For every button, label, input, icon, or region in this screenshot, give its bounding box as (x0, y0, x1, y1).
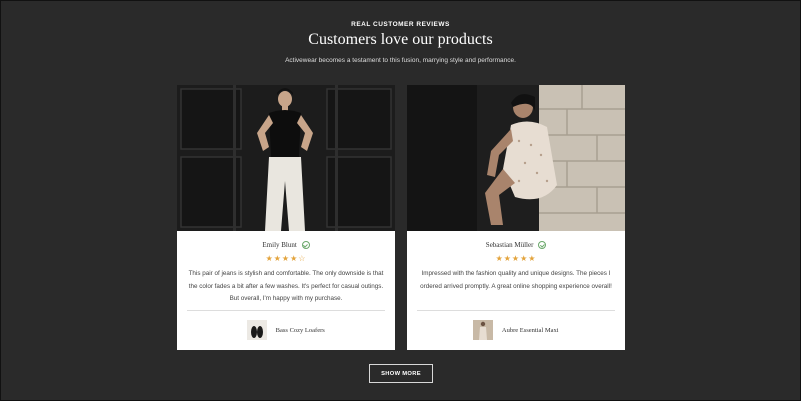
product-name[interactable]: Aubre Essential Maxi (502, 327, 559, 334)
product-thumbnail[interactable] (473, 320, 494, 340)
section-title: Customers love our products (308, 31, 493, 48)
show-more-button[interactable]: SHOW MORE (369, 364, 433, 383)
divider (187, 310, 385, 311)
check-circle-icon (538, 241, 547, 250)
section-eyebrow: REAL CUSTOMER REVIEWS (351, 21, 450, 28)
review-text: This pair of jeans is stylish and comfor… (188, 270, 384, 302)
reviewer-name: Sebastian Müller (485, 241, 534, 249)
check-circle-icon (301, 241, 310, 250)
review-text: Impressed with the fashion quality and u… (420, 270, 612, 290)
review-card: Emily Blunt ★★★★☆ This pair of jeans is … (177, 85, 395, 350)
reviewed-product[interactable]: Aubre Essential Maxi (407, 320, 625, 340)
product-thumbnail[interactable] (247, 320, 268, 340)
reviewer-name: Emily Blunt (262, 241, 297, 249)
star-rating: ★★★★★ (407, 254, 625, 263)
star-empty-icon: ☆ (298, 254, 307, 263)
review-photo (177, 85, 395, 231)
star-icon: ★★★★ (265, 254, 299, 263)
product-name[interactable]: Bass Cozy Loafers (276, 327, 325, 334)
star-rating: ★★★★☆ (177, 254, 395, 263)
review-photo (407, 85, 625, 231)
star-icon: ★★★★★ (495, 254, 537, 263)
review-card: Sebastian Müller ★★★★★ Impressed with th… (407, 85, 625, 350)
section-subtitle: Activewear becomes a testament to this f… (285, 57, 516, 64)
reviewer-row: Sebastian Müller (407, 241, 625, 250)
divider (417, 310, 615, 311)
reviewed-product[interactable]: Bass Cozy Loafers (177, 320, 395, 340)
reviewer-row: Emily Blunt (177, 241, 395, 250)
